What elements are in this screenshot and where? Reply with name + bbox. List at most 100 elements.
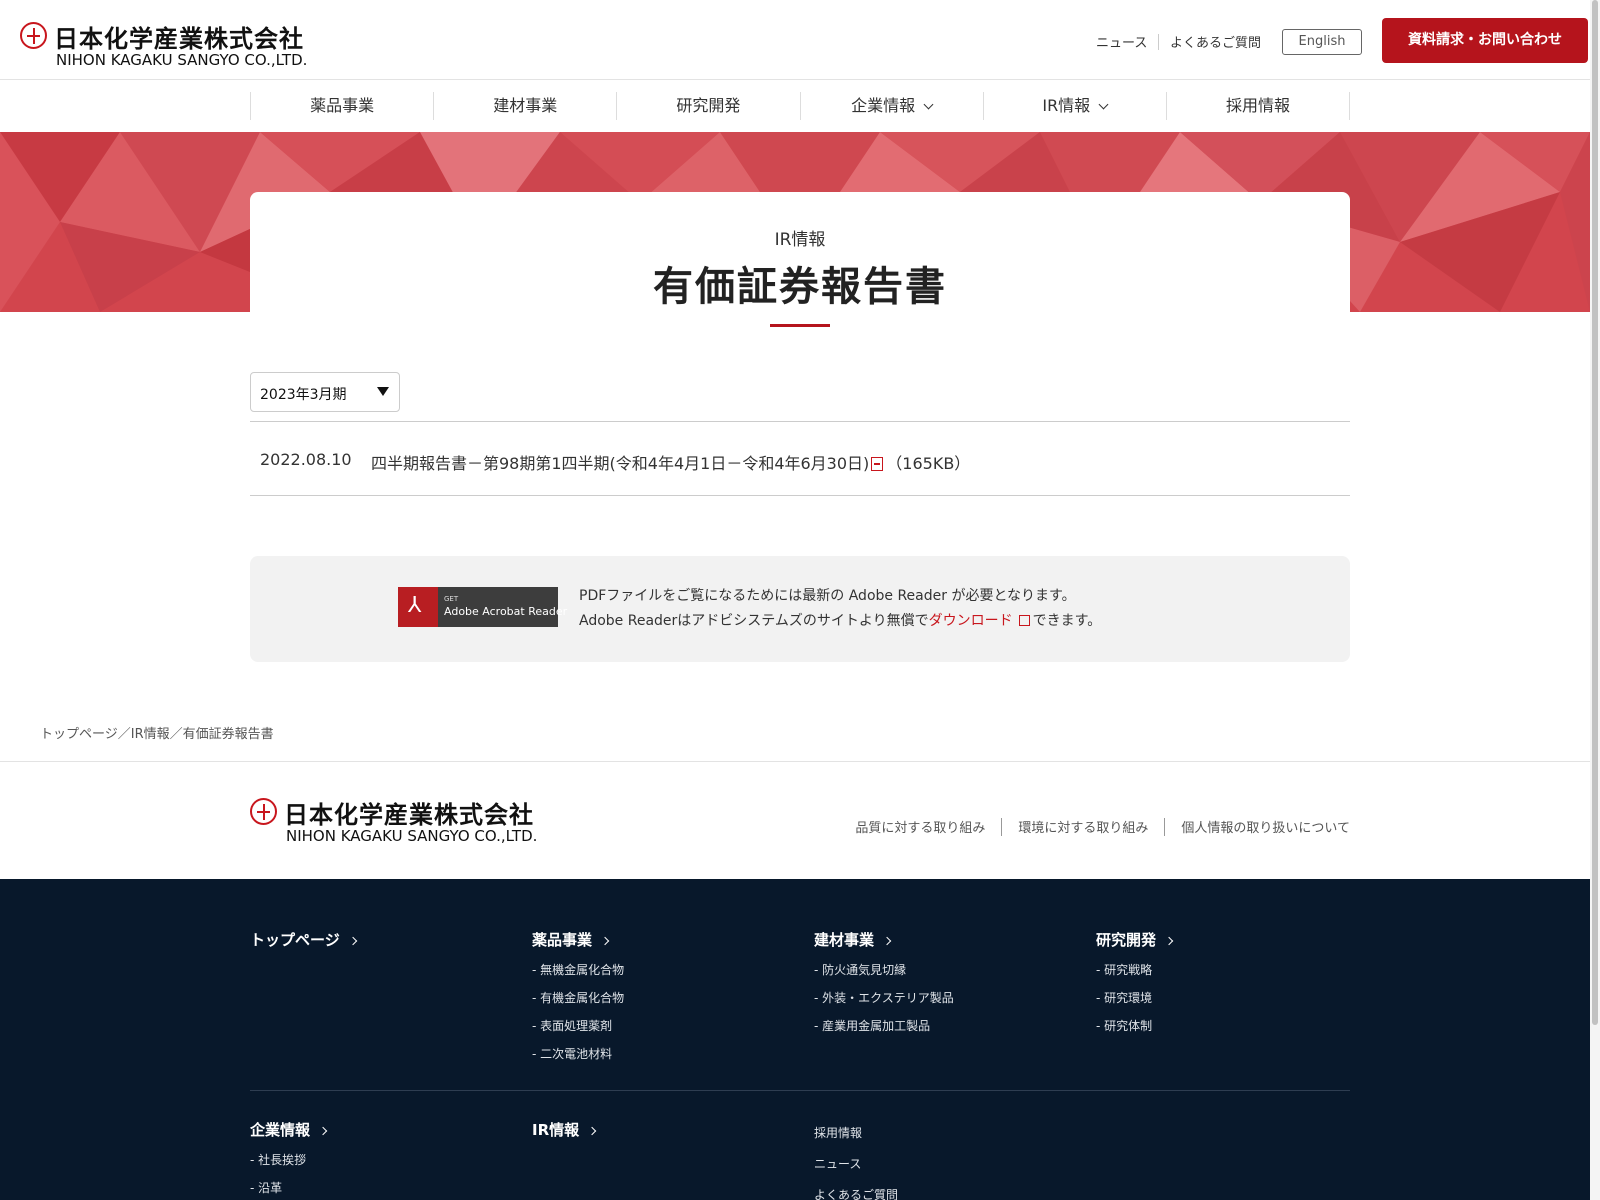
- footer-col-building: 建材事業 防火通気見切縁 外装・エクステリア製品 産業用金属加工製品: [814, 929, 954, 1034]
- footer-sub-link[interactable]: 有機金属化合物: [532, 989, 624, 1006]
- footer-col-misc: 採用情報 ニュース よくあるご質問: [814, 1124, 898, 1200]
- footer-sub-link[interactable]: 表面処理薬剤: [532, 1017, 624, 1034]
- footer-sub-link[interactable]: 外装・エクステリア製品: [814, 989, 954, 1006]
- scrollbar-thumb[interactable]: [1592, 0, 1598, 1025]
- report-file-size: （165KB）: [886, 454, 971, 473]
- footer-head-ir[interactable]: IR情報: [532, 1121, 597, 1139]
- site-header: 日本化学産業株式会社 NIHON KAGAKU SANGYO CO.,LTD. …: [0, 0, 1590, 80]
- company-emblem-icon: [250, 798, 277, 825]
- footer-sub-link[interactable]: 無機金属化合物: [532, 961, 624, 978]
- page-title-card: IR情報 有価証券報告書: [250, 192, 1350, 322]
- footer-sub-link[interactable]: 研究体制: [1096, 1017, 1172, 1034]
- chevron-down-icon: [923, 99, 934, 110]
- footer-sub-link[interactable]: 研究戦略: [1096, 961, 1172, 978]
- chevron-right-icon: [1164, 936, 1174, 946]
- logo-english-name: NIHON KAGAKU SANGYO CO.,LTD.: [56, 51, 308, 69]
- pdf-icon: [871, 457, 884, 471]
- fiscal-period-value: 2023年3月期: [260, 387, 347, 403]
- footer-col-top: トップページ: [250, 929, 357, 950]
- contact-request-button[interactable]: 資料請求・お問い合わせ: [1382, 18, 1588, 63]
- footer-head-research[interactable]: 研究開発: [1096, 931, 1174, 949]
- footer-col-chemicals: 薬品事業 無機金属化合物 有機金属化合物 表面処理薬剤 二次電池材料: [532, 929, 624, 1062]
- report-list: 2022.08.10 四半期報告書－第98期第1四半期(令和4年4月1日－令和4…: [250, 421, 1350, 496]
- quality-policy-link[interactable]: 品質に対する取り組み: [855, 821, 985, 836]
- nav-item-chemicals[interactable]: 薬品事業: [251, 92, 435, 120]
- chevron-down-icon: [1098, 99, 1109, 110]
- footer-policy-links: 品質に対する取り組み 環境に対する取り組み 個人情報の取り扱いについて: [855, 814, 1350, 836]
- nav-item-label: 企業情報: [851, 96, 916, 115]
- chevron-right-icon: [348, 936, 357, 946]
- footer-sub-link[interactable]: 社長挨拶: [250, 1151, 326, 1168]
- chevron-right-icon: [600, 936, 610, 946]
- nav-item-building-materials[interactable]: 建材事業: [434, 92, 618, 120]
- faq-link[interactable]: よくあるご質問: [1170, 32, 1261, 51]
- footer-link-divider: [1001, 818, 1003, 836]
- nav-item-label: 採用情報: [1225, 96, 1290, 115]
- footer-head-top[interactable]: トップページ: [250, 931, 357, 949]
- footer-col-research: 研究開発 研究戦略 研究環境 研究体制: [1096, 929, 1174, 1034]
- nav-item-label: 薬品事業: [310, 96, 375, 115]
- english-language-button[interactable]: English: [1282, 29, 1362, 55]
- footer-sitemap: トップページ 薬品事業 無機金属化合物 有機金属化合物 表面処理薬剤 二次電池材…: [0, 879, 1590, 1200]
- footer-top: 日本化学産業株式会社 NIHON KAGAKU SANGYO CO.,LTD. …: [0, 761, 1590, 879]
- adobe-notice-line1: PDFファイルをご覧になるためには最新の Adobe Reader が必要となり…: [579, 588, 1076, 604]
- footer-recruit-link[interactable]: 採用情報: [814, 1124, 898, 1141]
- company-emblem-icon: [20, 22, 47, 49]
- footer-sub-link[interactable]: 沿革: [250, 1179, 326, 1196]
- nav-item-label: 研究開発: [676, 96, 741, 115]
- footer-head-label: 建材事業: [814, 931, 875, 949]
- footer-head-corporate[interactable]: 企業情報: [250, 1121, 328, 1139]
- footer-head-chemicals[interactable]: 薬品事業: [532, 931, 610, 949]
- nav-item-ir[interactable]: IR情報: [984, 92, 1167, 120]
- dropdown-arrow-icon: [377, 387, 389, 396]
- breadcrumb[interactable]: トップページ／IR情報／有価証券報告書: [40, 723, 274, 742]
- nav-item-research[interactable]: 研究開発: [617, 92, 801, 120]
- page-scrollbar[interactable]: [1590, 0, 1600, 1200]
- footer-col-ir: IR情報: [532, 1119, 597, 1140]
- footer-sub-link[interactable]: 二次電池材料: [532, 1045, 624, 1062]
- adobe-badge-name: Adobe Acrobat Reader: [444, 605, 568, 618]
- nav-item-label: 建材事業: [493, 96, 558, 115]
- get-adobe-reader-badge[interactable]: ⅄ GET Adobe Acrobat Reader: [398, 587, 567, 627]
- company-logo[interactable]: 日本化学産業株式会社 NIHON KAGAKU SANGYO CO.,LTD.: [20, 22, 320, 69]
- privacy-policy-link[interactable]: 個人情報の取り扱いについて: [1181, 821, 1350, 836]
- title-underline: [770, 324, 830, 327]
- footer-news-link[interactable]: ニュース: [814, 1155, 898, 1172]
- footer-head-label: 研究開発: [1096, 931, 1157, 949]
- nav-item-corporate[interactable]: 企業情報: [801, 92, 984, 120]
- environment-policy-link[interactable]: 環境に対する取り組み: [1018, 821, 1148, 836]
- footer-head-building[interactable]: 建材事業: [814, 931, 892, 949]
- footer-head-label: 企業情報: [250, 1121, 311, 1139]
- fiscal-period-select[interactable]: 2023年3月期: [250, 372, 400, 412]
- adobe-download-link[interactable]: ダウンロード: [929, 613, 1013, 629]
- footer-sub-link[interactable]: 研究環境: [1096, 989, 1172, 1006]
- footer-faq-link[interactable]: よくあるご質問: [814, 1186, 898, 1200]
- adobe-acrobat-icon: ⅄: [398, 587, 438, 627]
- news-link[interactable]: ニュース: [1096, 32, 1147, 51]
- adobe-notice-line2-post: できます。: [1032, 613, 1102, 629]
- chevron-right-icon: [587, 1126, 597, 1136]
- footer-company-logo[interactable]: 日本化学産業株式会社 NIHON KAGAKU SANGYO CO.,LTD.: [250, 798, 550, 845]
- report-date: 2022.08.10: [260, 450, 352, 469]
- report-pdf-link[interactable]: 四半期報告書－第98期第1四半期(令和4年4月1日－令和4年6月30日): [371, 454, 869, 473]
- footer-link-divider: [1164, 818, 1166, 836]
- footer-col-corporate: 企業情報 社長挨拶 沿革: [250, 1119, 328, 1196]
- logo-japanese-name: 日本化学産業株式会社: [54, 25, 304, 53]
- page-title: 有価証券報告書: [653, 264, 947, 310]
- adobe-notice-line2: Adobe Readerはアドビシステムズのサイトより無償でダウンロード できます…: [579, 610, 1101, 630]
- adobe-badge-get: GET: [444, 595, 459, 603]
- footer-head-label: IR情報: [532, 1121, 580, 1139]
- chevron-right-icon: [882, 936, 892, 946]
- logo-english-name: NIHON KAGAKU SANGYO CO.,LTD.: [286, 827, 538, 845]
- footer-divider: [250, 1090, 1350, 1091]
- adobe-notice-line2-pre: Adobe Readerはアドビシステムズのサイトより無償で: [579, 613, 929, 629]
- footer-sub-link[interactable]: 防火通気見切縁: [814, 961, 954, 978]
- logo-japanese-name: 日本化学産業株式会社: [284, 801, 534, 829]
- page-category: IR情報: [774, 230, 826, 250]
- nav-item-recruit[interactable]: 採用情報: [1167, 92, 1351, 120]
- external-link-icon: [1018, 615, 1030, 626]
- report-title-line: 四半期報告書－第98期第1四半期(令和4年4月1日－令和4年6月30日) （165…: [371, 450, 970, 474]
- footer-sub-link[interactable]: 産業用金属加工製品: [814, 1017, 954, 1034]
- chevron-right-icon: [318, 1126, 328, 1136]
- report-row: 2022.08.10 四半期報告書－第98期第1四半期(令和4年4月1日－令和4…: [250, 422, 1350, 496]
